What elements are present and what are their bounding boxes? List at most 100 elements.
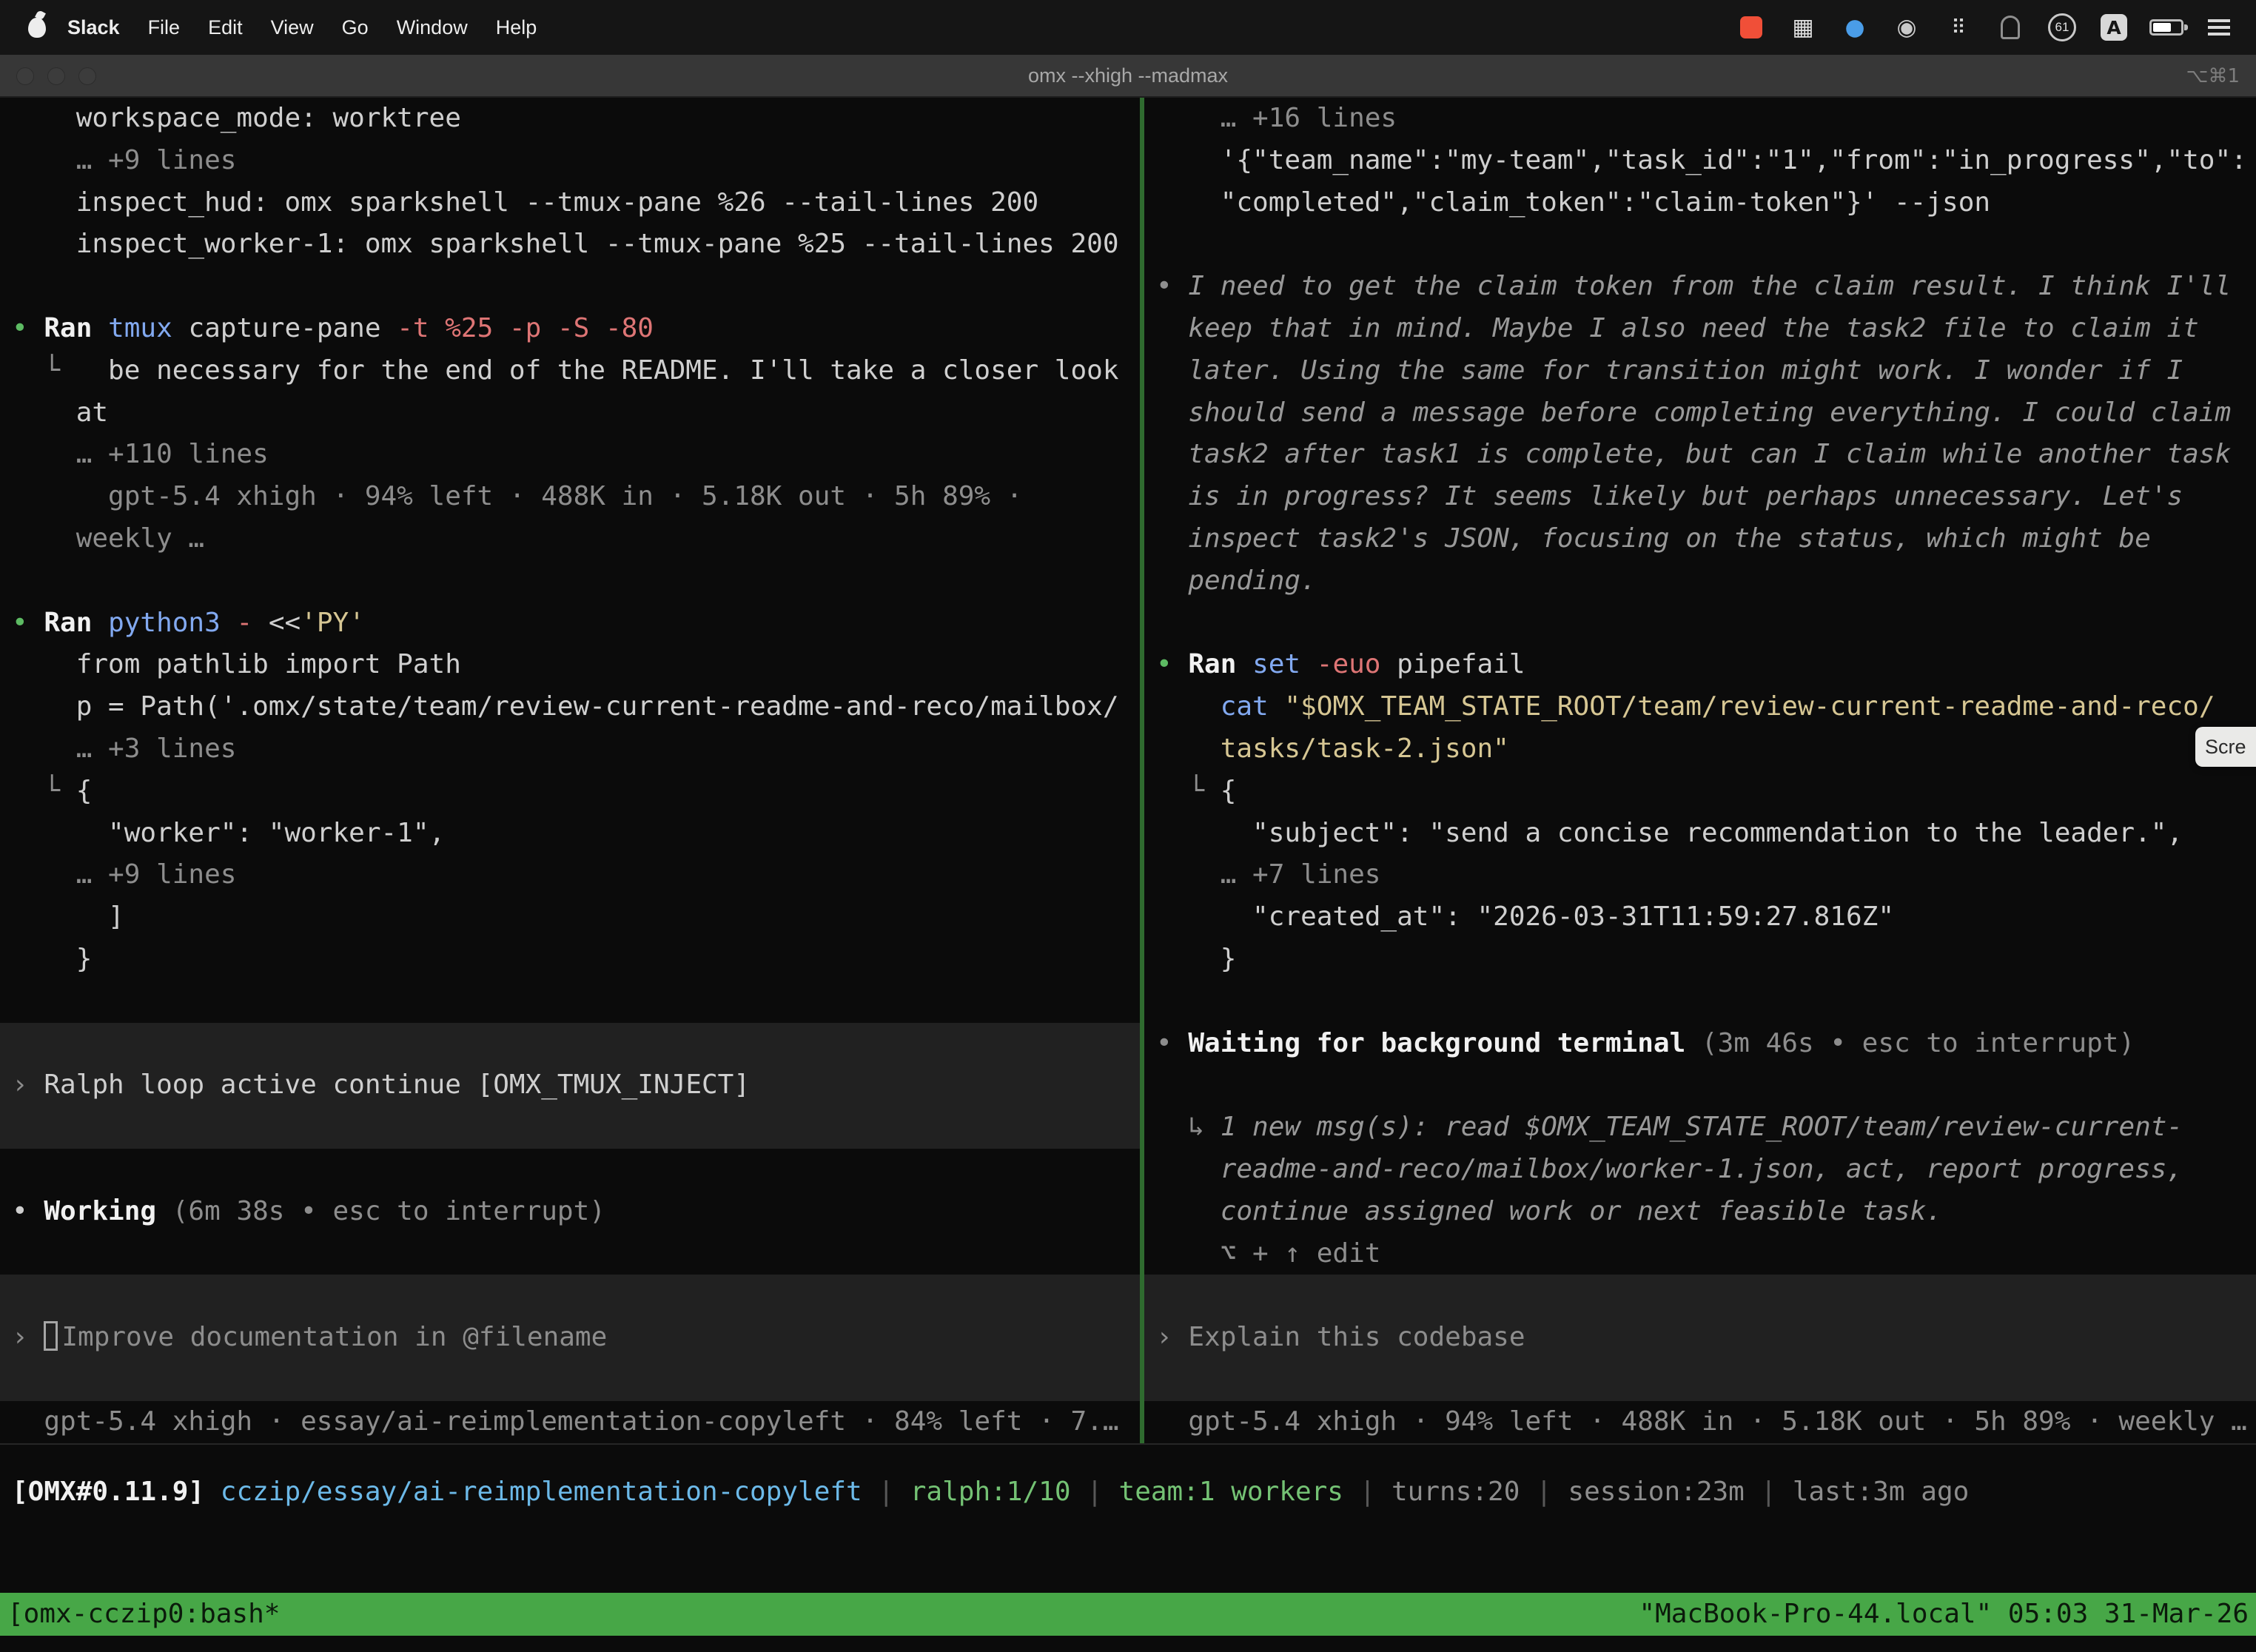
battery-fill	[2153, 23, 2171, 32]
battery-glyph	[2149, 19, 2183, 36]
terminal-line: workspace_mode: worktree	[12, 98, 1140, 140]
terminal-line	[12, 266, 1140, 308]
apple-logo	[28, 18, 46, 38]
screen-recording-icon[interactable]	[1735, 10, 1767, 45]
terminal-line	[1156, 1064, 2256, 1107]
menu-item-window[interactable]: Window	[383, 16, 482, 39]
screenshot-notification[interactable]: Scre	[2195, 727, 2256, 767]
menu-bar: Slack FileEditViewGoWindowHelp 61 A	[0, 0, 2256, 55]
tmux-pane-left[interactable]: workspace_mode: worktree … +9 lines insp…	[0, 98, 1140, 1443]
terminal-content[interactable]: workspace_mode: worktree … +9 lines insp…	[0, 98, 2256, 1652]
terminal-line: └ be necessary for the end of the README…	[12, 350, 1140, 392]
terminal-line: • Ran set -euo pipefail	[1156, 644, 2256, 686]
terminal-line: readme-and-reco/mailbox/worker-1.json, a…	[1156, 1149, 2256, 1191]
terminal-line: '{"team_name":"my-team","task_id":"1","f…	[1156, 140, 2256, 182]
terminal-line: cat "$OMX_TEAM_STATE_ROOT/team/review-cu…	[1156, 686, 2256, 728]
input-source-icon[interactable]: A	[2098, 10, 2130, 45]
close-button[interactable]	[16, 67, 34, 85]
apple-menu-icon[interactable]	[21, 11, 53, 44]
terminal-line: └ {	[12, 770, 1140, 813]
terminal-line: … +110 lines	[12, 434, 1140, 476]
menu-bar-left: Slack FileEditViewGoWindowHelp	[21, 11, 551, 44]
terminal-line	[12, 1233, 1140, 1275]
pane-bottom-border	[0, 1443, 2256, 1445]
tmux-host-time: "MacBook-Pro-44.local" 05:03 31-Mar-26	[1639, 1594, 2249, 1636]
omx-status-line: [OMX#0.11.9] cczip/essay/ai-reimplementa…	[12, 1471, 1969, 1514]
input-source-letter: A	[2101, 14, 2127, 41]
terminal-line: pending.	[1156, 560, 2256, 602]
terminal-line: • Ran tmux capture-pane -t %25 -p -S -80	[12, 308, 1140, 350]
battery-percent-badge[interactable]: 61	[2046, 10, 2078, 45]
recording-indicator	[1740, 16, 1762, 38]
input-band-line: › Ralph loop active continue [OMX_TMUX_I…	[0, 1064, 1140, 1107]
terminal-line: from pathlib import Path	[12, 644, 1140, 686]
window-shortcut-hint: ⌥⌘1	[2186, 55, 2240, 98]
terminal-line: … +9 lines	[12, 140, 1140, 182]
terminal-line: is in progress? It seems likely but perh…	[1156, 476, 2256, 518]
menu-item-file[interactable]: File	[134, 16, 195, 39]
traffic-lights	[16, 55, 96, 98]
terminal-line: at	[12, 392, 1140, 434]
input-band-line: › Improve documentation in @filename	[0, 1317, 1140, 1359]
terminal-line: … +16 lines	[1156, 98, 2256, 140]
zoom-button[interactable]	[78, 67, 96, 85]
input-band-line	[0, 1275, 1140, 1317]
terminal-line: p = Path('.omx/state/team/review-current…	[12, 686, 1140, 728]
terminal-line: inspect task2's JSON, focusing on the st…	[1156, 518, 2256, 560]
terminal-line: "completed","claim_token":"claim-token"}…	[1156, 182, 2256, 224]
terminal-line: ⌥ + ↑ edit	[1156, 1233, 2256, 1275]
blue-app-icon[interactable]	[1839, 10, 1871, 45]
terminal-line: }	[12, 939, 1140, 981]
text-cursor	[44, 1321, 58, 1351]
terminal-line: "worker": "worker-1",	[12, 813, 1140, 855]
terminal-line: … +9 lines	[12, 854, 1140, 896]
control-center-glyph	[2208, 19, 2230, 36]
profile-icon[interactable]	[1994, 10, 2027, 45]
window-title-bar[interactable]: omx --xhigh --madmax ⌥⌘1	[0, 55, 2256, 98]
menu-items: FileEditViewGoWindowHelp	[134, 16, 551, 39]
menu-item-go[interactable]: Go	[328, 16, 383, 39]
control-center-icon[interactable]	[2203, 10, 2235, 45]
terminal-line: inspect_worker-1: omx sparkshell --tmux-…	[12, 224, 1140, 266]
terminal-line: }	[1156, 939, 2256, 981]
app-menu-slack[interactable]: Slack	[61, 16, 134, 39]
terminal-line: inspect_hud: omx sparkshell --tmux-pane …	[12, 182, 1140, 224]
profile-glyph	[2001, 16, 2020, 39]
terminal-line: keep that in mind. Maybe I also need the…	[1156, 308, 2256, 350]
terminal-line: later. Using the same for transition mig…	[1156, 350, 2256, 392]
input-band-line	[1144, 1275, 2256, 1317]
window-title: omx --xhigh --madmax	[1028, 64, 1228, 87]
terminal-line: task2 after task1 is complete, but can I…	[1156, 434, 2256, 476]
tmux-pane-right[interactable]: … +16 lines '{"team_name":"my-team","tas…	[1144, 98, 2256, 1443]
terminal-line: continue assigned work or next feasible …	[1156, 1191, 2256, 1233]
terminal-line: • Ran python3 - <<'PY'	[12, 602, 1140, 645]
minimize-button[interactable]	[47, 67, 65, 85]
terminal-line: gpt-5.4 xhigh · essay/ai-reimplementatio…	[12, 1401, 1140, 1443]
battery-charging-icon[interactable]	[2149, 10, 2183, 45]
tmux-session-info: [omx-cczip0:bash*	[7, 1594, 280, 1636]
notification-text: Scre	[2205, 726, 2246, 768]
terminal-line: … +3 lines	[12, 728, 1140, 770]
menu-item-edit[interactable]: Edit	[194, 16, 257, 39]
terminal-line	[12, 560, 1140, 602]
terminal-line: weekly …	[12, 518, 1140, 560]
dots-grid-icon[interactable]	[1942, 10, 1975, 45]
input-band-line	[0, 1023, 1140, 1065]
terminal-line	[12, 981, 1140, 1023]
terminal-line: gpt-5.4 xhigh · 94% left · 488K in · 5.1…	[12, 476, 1140, 518]
menu-item-help[interactable]: Help	[482, 16, 551, 39]
menu-item-view[interactable]: View	[257, 16, 328, 39]
terminal-line	[1156, 981, 2256, 1023]
input-band-line	[0, 1107, 1140, 1149]
terminal-line: ]	[12, 896, 1140, 939]
window-manager-icon[interactable]	[1787, 10, 1819, 45]
terminal-line: gpt-5.4 xhigh · 94% left · 488K in · 5.1…	[1156, 1401, 2256, 1443]
terminal-line	[1156, 224, 2256, 266]
input-band-line	[1144, 1359, 2256, 1401]
record-dot-icon[interactable]	[1890, 10, 1923, 45]
terminal-line: • Waiting for background terminal (3m 46…	[1156, 1023, 2256, 1065]
input-band-line: › Explain this codebase	[1144, 1317, 2256, 1359]
terminal-line: … +7 lines	[1156, 854, 2256, 896]
terminal-line: ↳ 1 new msg(s): read $OMX_TEAM_STATE_ROO…	[1156, 1107, 2256, 1149]
battery-percent-text: 61	[2048, 13, 2076, 41]
